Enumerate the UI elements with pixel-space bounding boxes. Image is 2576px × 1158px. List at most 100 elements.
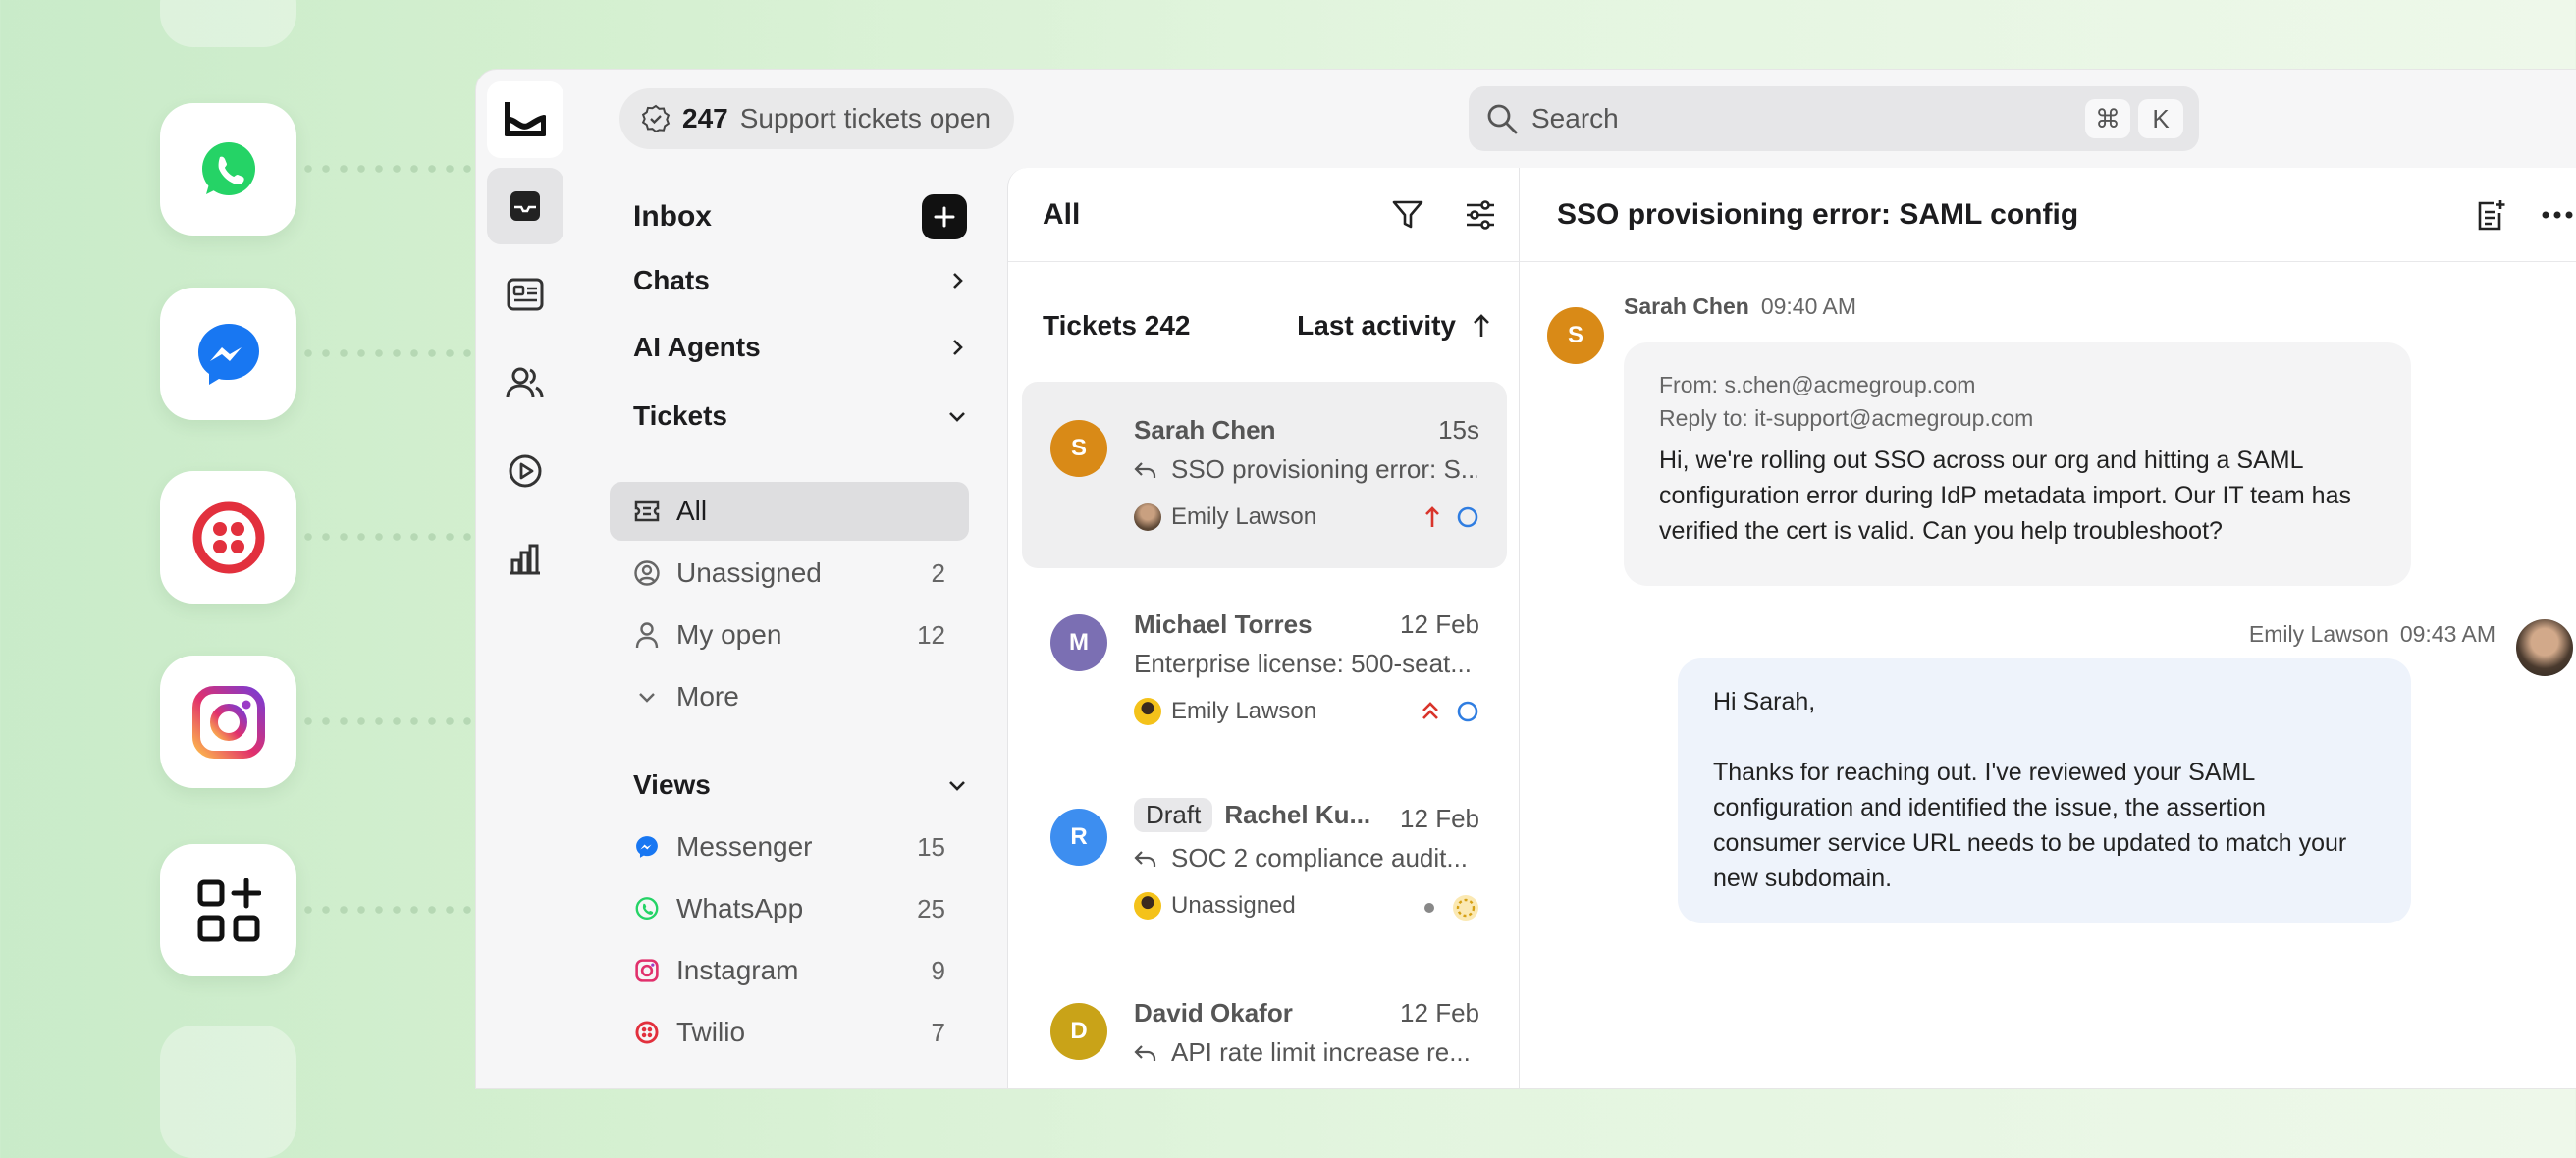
ticket-card[interactable]: D David Okafor 12 Feb API rate limit inc… (1022, 965, 1507, 1088)
bar-chart-icon (510, 544, 540, 575)
sidebar-item-label: Messenger (676, 831, 813, 862)
filter-button[interactable] (1391, 199, 1424, 231)
search-input[interactable]: Search ⌘ K (1469, 86, 2199, 151)
ticket-card[interactable]: R Draft Rachel Ku... 12 Feb SOC 2 complia… (1022, 770, 1507, 957)
channel-whatsapp[interactable] (160, 103, 296, 236)
plus-icon (934, 206, 955, 228)
sidebar-item-unassigned[interactable]: Unassigned 2 (610, 544, 969, 603)
sidebar-item-label: Instagram (676, 955, 799, 985)
status-pending-icon (1453, 895, 1478, 921)
channel-twilio[interactable] (160, 471, 296, 604)
connector-dots (299, 906, 476, 914)
open-tickets-badge[interactable]: 247 Support tickets open (619, 88, 1014, 149)
sidebar-item-messenger[interactable]: Messenger 15 (610, 817, 969, 876)
ticket-list-subheader: Tickets 242 Last activity (1008, 262, 1519, 390)
sidebar-item-label: More (676, 681, 739, 711)
avatar: M (1050, 614, 1107, 671)
shortcut-key: K (2138, 99, 2183, 138)
channel-tile-ghost-top (160, 0, 296, 47)
sidebar-title: Inbox (633, 200, 712, 233)
open-ticket-count: 247 (682, 103, 728, 133)
avatar: D (1050, 1003, 1107, 1060)
shortcut-mod-key: ⌘ (2085, 99, 2130, 138)
section-ai-agents-label: AI Agents (633, 332, 761, 362)
sort-label: Last activity (1297, 310, 1456, 341)
ticket-customer-name: Draft Rachel Ku... (1134, 798, 1370, 832)
nav-team[interactable] (487, 344, 564, 421)
status-open-icon (1457, 506, 1478, 528)
sidebar-header: Inbox (633, 168, 967, 266)
chevron-down-icon (949, 781, 965, 791)
connector-dots (299, 533, 476, 541)
ticket-time: 12 Feb (1400, 998, 1479, 1027)
ticket-time: 12 Feb (1400, 609, 1479, 639)
nav-automations[interactable] (487, 433, 564, 509)
add-note-button[interactable] (2475, 198, 2506, 232)
section-ai-agents[interactable]: AI Agents (633, 323, 967, 372)
new-conversation-button[interactable] (922, 194, 967, 239)
ticket-status (1424, 505, 1479, 529)
reply-icon (1134, 851, 1156, 867)
sidebar-item-more[interactable]: More (610, 667, 969, 726)
chevron-right-icon (953, 273, 963, 289)
message-body: Thanks for reaching out. I've reviewed y… (1713, 759, 2347, 892)
app-logo[interactable] (487, 81, 564, 158)
sidebar-item-count: 2 (931, 557, 945, 588)
nav-reports[interactable] (487, 521, 564, 598)
filter-icon (1392, 200, 1423, 228)
ticket-time: 12 Feb (1400, 804, 1479, 833)
sidebar-item-whatsapp[interactable]: WhatsApp 25 (610, 879, 969, 938)
message-meta: Sarah Chen 09:40 AM (1624, 293, 1856, 320)
section-views[interactable]: Views (633, 761, 967, 810)
message-sender: Emily Lawson (2248, 621, 2388, 647)
integrations-icon (197, 877, 261, 941)
draft-badge: Draft (1134, 798, 1213, 832)
sort-button[interactable]: Last activity (1297, 310, 1491, 342)
logo-icon (505, 102, 546, 136)
sidebar-item-my-open[interactable]: My open 12 (610, 605, 969, 664)
ticket-card[interactable]: M Michael Torres 12 Feb Enterprise licen… (1022, 576, 1507, 763)
note-add-icon (2478, 199, 2505, 230)
ticket-icon (633, 498, 661, 525)
sidebar-item-count: 12 (917, 619, 945, 650)
channel-instagram[interactable] (160, 656, 296, 788)
connector-dots (299, 165, 476, 173)
agent-avatar (2516, 619, 2573, 676)
message-sender: Sarah Chen (1624, 293, 1749, 319)
ticket-assignee: Emily Lawson (1134, 698, 1316, 725)
ticket-customer-name: Sarah Chen (1134, 415, 1276, 445)
ticket-assignee: Emily Lawson (1134, 503, 1316, 531)
sidebar-item-count: 25 (917, 893, 945, 923)
users-icon (506, 367, 544, 398)
section-tickets-label: Tickets (633, 400, 727, 431)
ticket-assignee: Unassigned (1134, 892, 1296, 920)
search-placeholder: Search (1531, 103, 1619, 133)
section-chats[interactable]: Chats (633, 256, 967, 305)
view-settings-button[interactable] (1464, 199, 1497, 231)
chevron-right-icon (953, 340, 963, 355)
chevron-down-icon (949, 412, 965, 422)
sidebar-item-twilio[interactable]: Twilio 7 (610, 1003, 969, 1062)
ticket-customer-name: Michael Torres (1134, 609, 1313, 639)
sidebar-item-instagram[interactable]: Instagram 9 (610, 941, 969, 1000)
channel-messenger[interactable] (160, 288, 296, 420)
more-options-button[interactable] (2542, 211, 2573, 219)
badge-check-icon (641, 104, 671, 133)
priority-urgent-icon (1422, 702, 1438, 719)
section-chats-label: Chats (633, 265, 710, 295)
ticket-count: Tickets 242 (1043, 310, 1191, 341)
message-from: From: s.chen@acmegroup.com (1659, 372, 1976, 397)
assignee-avatar (1134, 892, 1161, 920)
avatar: S (1050, 420, 1107, 477)
sidebar-item-all[interactable]: All (610, 482, 969, 541)
sidebar-item-count: 9 (931, 955, 945, 985)
nav-inbox[interactable] (487, 168, 564, 244)
ticket-card[interactable]: S Sarah Chen 15s SSO provisioning error:… (1022, 382, 1507, 568)
ticket-time: 15s (1438, 415, 1479, 445)
nav-rail (476, 70, 574, 1088)
channel-integrations[interactable] (160, 844, 296, 976)
section-tickets[interactable]: Tickets (633, 392, 967, 441)
nav-contacts[interactable] (487, 256, 564, 333)
sidebar-item-label: My open (676, 619, 782, 650)
ticket-preview-text: API rate limit increase re... (1171, 1037, 1471, 1067)
